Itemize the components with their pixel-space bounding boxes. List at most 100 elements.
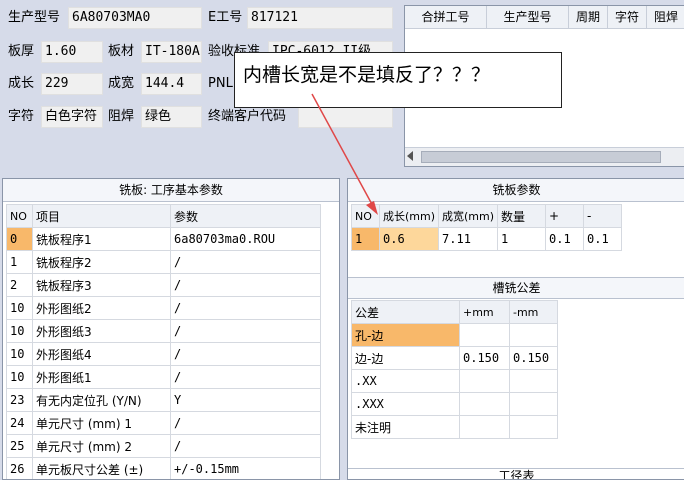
thick-label: 板厚 (8, 42, 34, 62)
row-item: 外形图纸1 (33, 366, 171, 389)
row-plus[interactable] (460, 416, 510, 439)
model-field[interactable]: 6A80703MA0 (68, 7, 202, 29)
table-row[interactable]: 23有无内定位孔 (Y/N)Y (7, 389, 321, 412)
wid-label: 成宽 (108, 74, 134, 94)
row-param[interactable]: / (171, 297, 321, 320)
table-row[interactable]: 24单元尺寸 (mm) 1/ (7, 412, 321, 435)
row-minus[interactable]: 0.1 (584, 228, 622, 251)
col-param[interactable]: 参数 (171, 205, 321, 228)
wid-field[interactable]: 144.4 (141, 73, 202, 95)
tool-diameter-title: 工径表 (348, 468, 684, 480)
row-length[interactable]: 0.6 (380, 228, 439, 251)
merge-col-model[interactable]: 生产型号 (487, 6, 569, 28)
e-field[interactable]: 817121 (247, 7, 393, 29)
row-plus[interactable]: 0.1 (546, 228, 584, 251)
table-row[interactable]: 孔-边 (352, 324, 558, 347)
merge-table-header: 合拼工号 生产型号 周期 字符 阻焊 (405, 6, 684, 29)
row-plus[interactable] (460, 393, 510, 416)
char-field[interactable]: 白色字符 (41, 106, 103, 128)
row-param[interactable]: / (171, 435, 321, 458)
row-no: 24 (7, 412, 33, 435)
row-plus[interactable] (460, 370, 510, 393)
row-param[interactable]: / (171, 251, 321, 274)
customer-field[interactable] (298, 106, 393, 128)
table-row[interactable]: .XX (352, 370, 558, 393)
table-row[interactable]: 10外形图纸2/ (7, 297, 321, 320)
row-tolerance: 边-边 (352, 347, 460, 370)
row-minus[interactable] (510, 370, 558, 393)
table-row[interactable]: .XXX (352, 393, 558, 416)
table-row[interactable]: 1铣板程序2/ (7, 251, 321, 274)
table-row[interactable]: 未注明 (352, 416, 558, 439)
col-no[interactable]: NO (7, 205, 33, 228)
row-no: 25 (7, 435, 33, 458)
col-qty[interactable]: 数量 (498, 205, 546, 228)
merge-col-char[interactable]: 字符 (608, 6, 647, 28)
row-item: 铣板程序3 (33, 274, 171, 297)
scrollbar-thumb[interactable] (421, 151, 661, 163)
row-minus[interactable]: 0.150 (510, 347, 558, 370)
row-no: 10 (7, 320, 33, 343)
horizontal-scrollbar[interactable] (405, 147, 684, 166)
row-minus[interactable] (510, 416, 558, 439)
row-param[interactable]: / (171, 412, 321, 435)
row-tolerance: .XX (352, 370, 460, 393)
row-minus[interactable] (510, 393, 558, 416)
merge-col-job[interactable]: 合拼工号 (405, 6, 487, 28)
row-minus[interactable] (510, 324, 558, 347)
col-no[interactable]: NO (352, 205, 380, 228)
row-param[interactable]: / (171, 320, 321, 343)
table-row[interactable]: 0铣板程序16a80703ma0.ROU (7, 228, 321, 251)
row-param[interactable]: Y (171, 389, 321, 412)
row-item: 外形图纸4 (33, 343, 171, 366)
material-field[interactable]: IT-180A (141, 41, 202, 63)
milling-basic-table: NO 项目 参数 0铣板程序16a80703ma0.ROU 1铣板程序2/ 2铣… (6, 204, 321, 480)
scroll-left-icon[interactable] (407, 151, 413, 161)
annotation-callout: 内槽长宽是不是填反了？？？ (234, 52, 562, 108)
col-item[interactable]: 项目 (33, 205, 171, 228)
row-plus[interactable]: 0.150 (460, 347, 510, 370)
row-no: 10 (7, 343, 33, 366)
row-param[interactable]: / (171, 366, 321, 389)
row-item: 单元尺寸 (mm) 2 (33, 435, 171, 458)
row-tolerance: .XXX (352, 393, 460, 416)
col-plus[interactable]: + (546, 205, 584, 228)
row-no: 1 (7, 251, 33, 274)
row-qty[interactable]: 1 (498, 228, 546, 251)
len-label: 成长 (8, 74, 34, 94)
merge-col-mask[interactable]: 阻焊 (647, 6, 684, 28)
col-plus-mm[interactable]: +mm (460, 301, 510, 324)
milling-basic-title: 铣板: 工序基本参数 (3, 179, 339, 202)
mask-label: 阻焊 (108, 107, 134, 127)
len-field[interactable]: 229 (41, 73, 103, 95)
row-no: 10 (7, 366, 33, 389)
char-label: 字符 (8, 107, 34, 127)
row-width[interactable]: 7.11 (439, 228, 498, 251)
mask-field[interactable]: 绿色 (141, 106, 202, 128)
e-label: E工号 (208, 8, 242, 28)
right-params-panel: 铣板参数 NO 成长(mm) 成宽(mm) 数量 + - 1 0.6 7.11 … (347, 178, 684, 480)
row-param[interactable]: / (171, 343, 321, 366)
table-row[interactable]: 2铣板程序3/ (7, 274, 321, 297)
col-minus-mm[interactable]: -mm (510, 301, 558, 324)
table-row[interactable]: 边-边0.1500.150 (352, 347, 558, 370)
row-plus[interactable] (460, 324, 510, 347)
row-param[interactable]: 6a80703ma0.ROU (171, 228, 321, 251)
milling-basic-panel: 铣板: 工序基本参数 NO 项目 参数 0铣板程序16a80703ma0.ROU… (2, 178, 340, 480)
thick-field[interactable]: 1.60 (41, 41, 103, 63)
col-length[interactable]: 成长(mm) (380, 205, 439, 228)
row-param[interactable]: / (171, 274, 321, 297)
table-row[interactable]: 25单元尺寸 (mm) 2/ (7, 435, 321, 458)
col-tolerance[interactable]: 公差 (352, 301, 460, 324)
row-no: 23 (7, 389, 33, 412)
table-row[interactable]: 10外形图纸3/ (7, 320, 321, 343)
table-row[interactable]: 1 0.6 7.11 1 0.1 0.1 (352, 228, 622, 251)
merge-col-period[interactable]: 周期 (569, 6, 608, 28)
milling-params-title: 铣板参数 (348, 179, 684, 202)
col-minus[interactable]: - (584, 205, 622, 228)
row-tolerance: 未注明 (352, 416, 460, 439)
row-item: 外形图纸3 (33, 320, 171, 343)
table-row[interactable]: 10外形图纸4/ (7, 343, 321, 366)
col-width[interactable]: 成宽(mm) (439, 205, 498, 228)
table-row[interactable]: 10外形图纸1/ (7, 366, 321, 389)
